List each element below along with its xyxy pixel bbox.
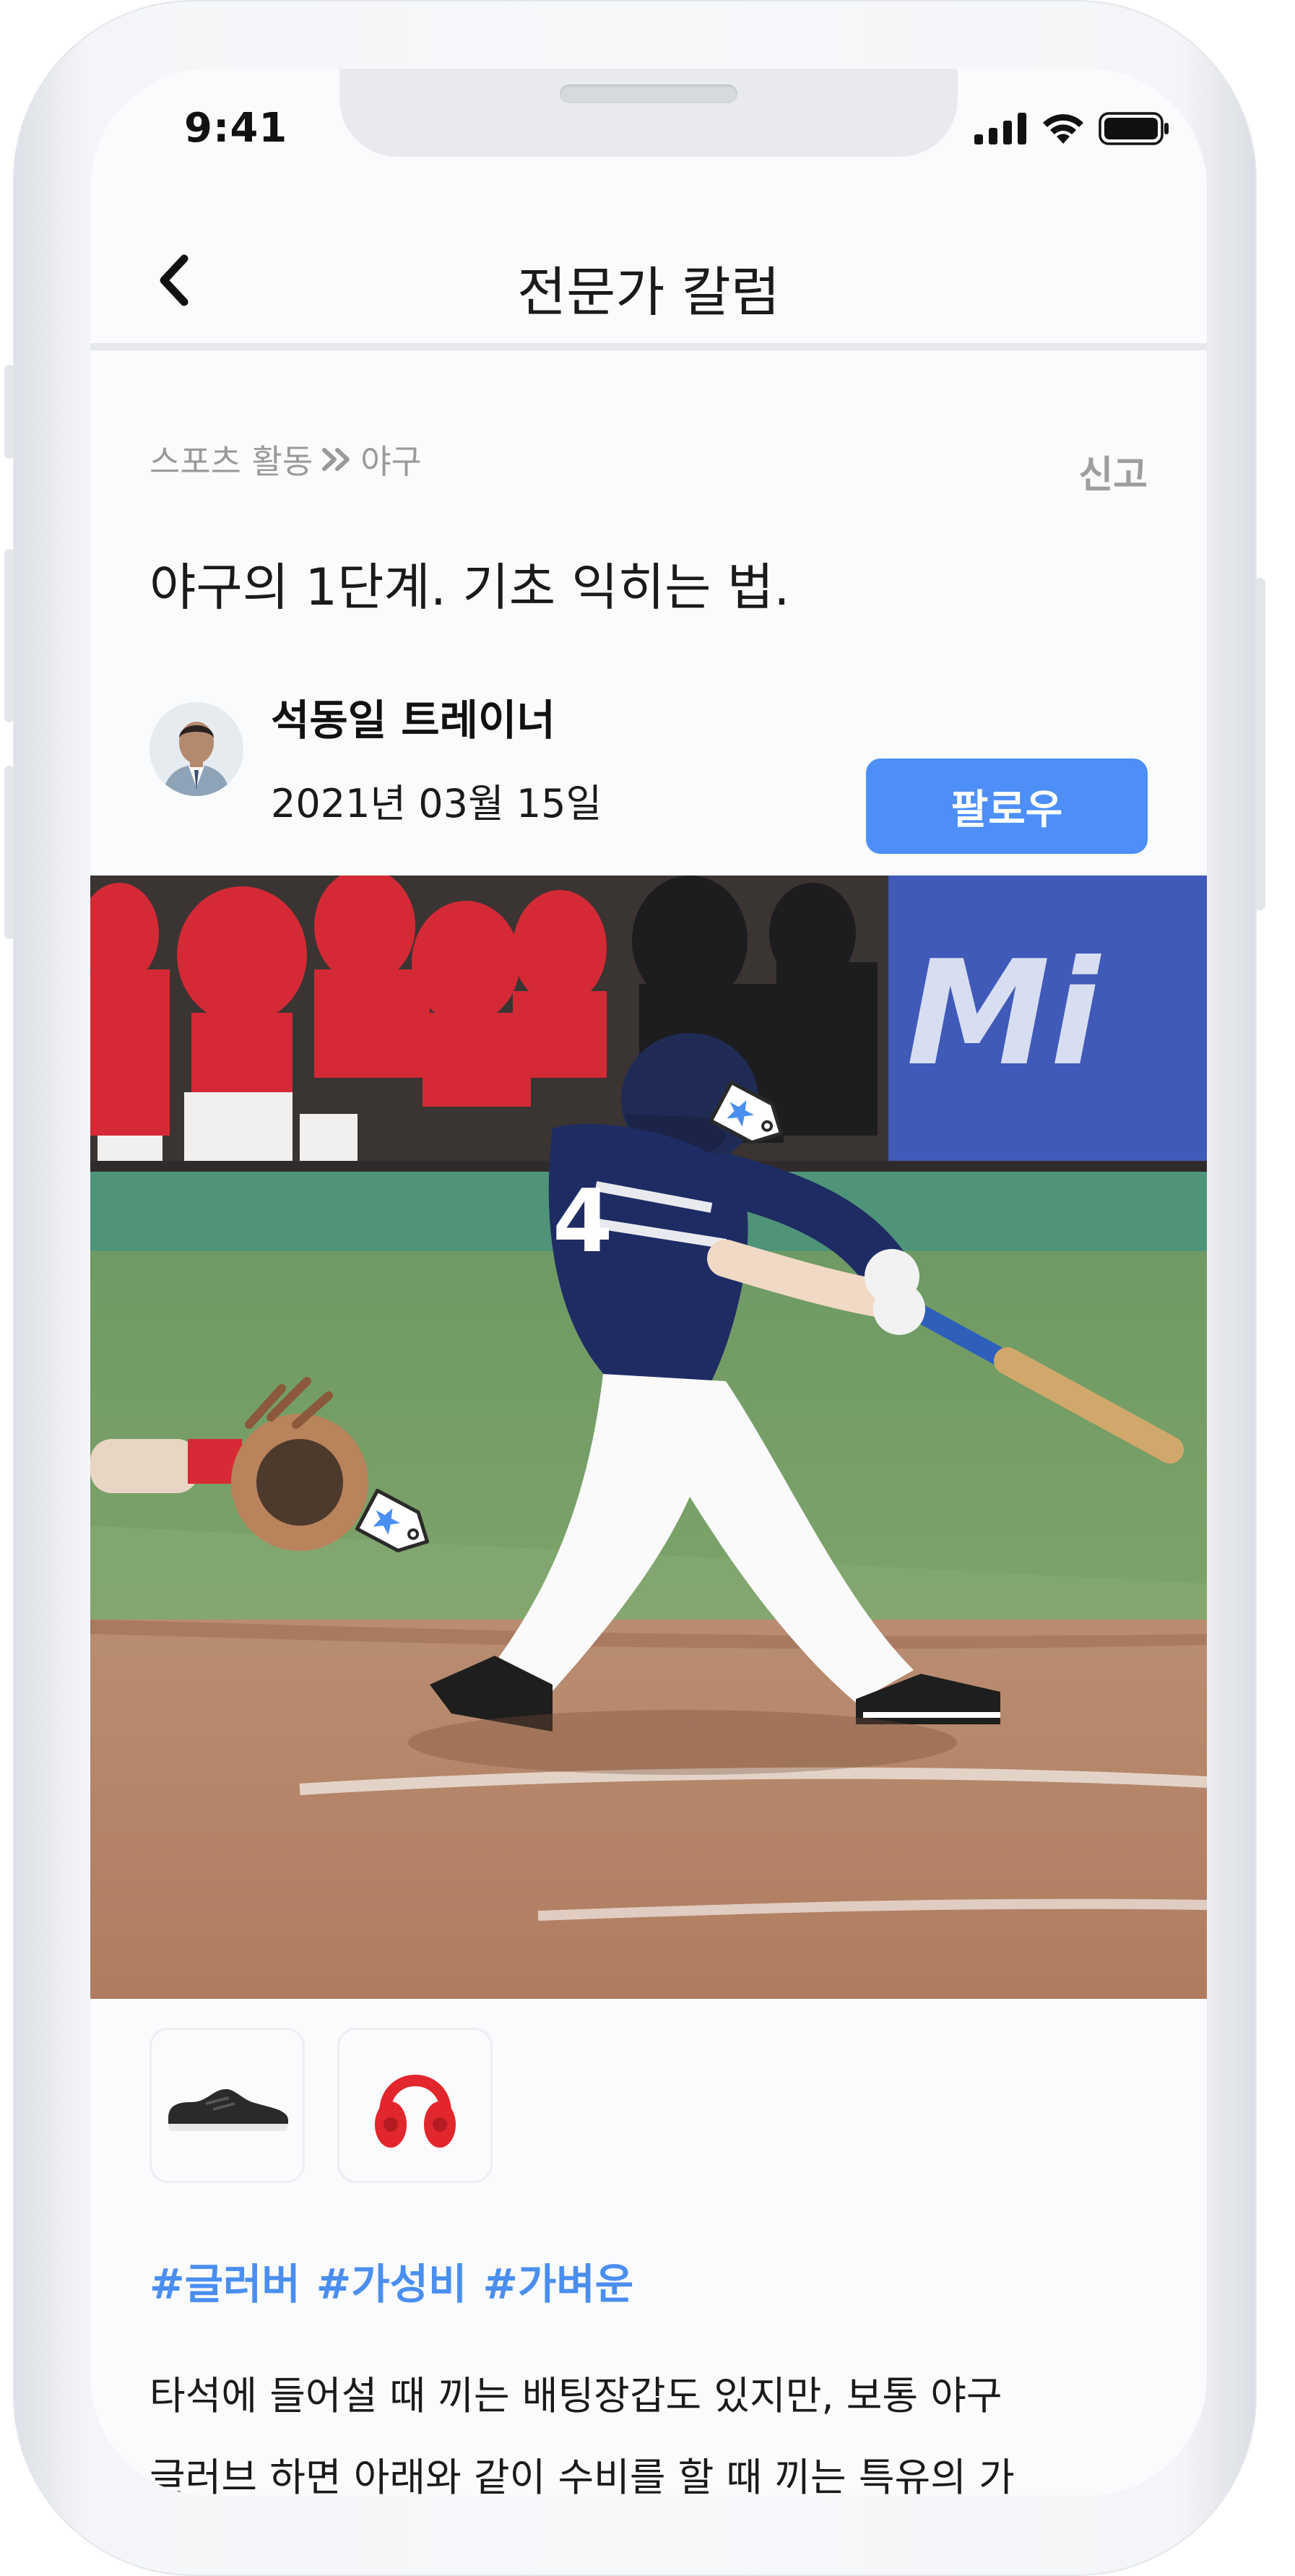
battery-icon — [1099, 112, 1169, 145]
avatar-image — [150, 702, 243, 796]
page-title: 전문가 칼럼 — [517, 262, 780, 324]
product-thumb-headphones[interactable] — [337, 2028, 493, 2183]
article-title: 야구의 1단계. 기초 익히는 법. — [150, 558, 790, 617]
body-line: 글러브 하면 아래와 같이 수비를 할 때 끼는 특유의 가 — [150, 2455, 1015, 2496]
body-line: 타석에 들어설 때 끼는 배팅장갑도 있지만, 보통 야구 — [150, 2373, 1002, 2419]
status-icons — [974, 112, 1169, 145]
phone-screen: 9:41 전문가 칼럼 스포츠 활동 야구 신고 야구의 1단계. 기초 익히는… — [90, 69, 1207, 2496]
article-body: 타석에 들어설 때 끼는 배팅장갑도 있지만, 보통 야구 글러브 하면 아래와… — [150, 2355, 1153, 2496]
headphones-icon — [374, 2074, 456, 2148]
hashtag[interactable]: #가벼운 — [482, 2250, 633, 2311]
post-date: 2021년 03월 15일 — [271, 781, 602, 826]
avatar[interactable] — [150, 702, 243, 796]
signal-icon — [974, 113, 1026, 144]
product-thumb-sneaker[interactable] — [150, 2028, 305, 2183]
breadcrumb-parent[interactable]: 스포츠 활동 — [150, 436, 313, 483]
breadcrumb: 스포츠 활동 야구 — [150, 436, 422, 483]
star-tag-icon[interactable] — [350, 1482, 444, 1569]
hashtag-list: #글러버 #가성비 #가벼운 — [150, 2250, 633, 2311]
article-photo: Mi 4 — [90, 876, 1207, 1999]
baseball-photo: Mi 4 — [90, 876, 1207, 1999]
sneaker-icon — [168, 2088, 288, 2131]
svg-text:4: 4 — [553, 1172, 613, 1272]
hashtag[interactable]: #가성비 — [316, 2250, 467, 2311]
side-button-power — [1255, 578, 1265, 910]
hashtag[interactable]: #글러버 — [150, 2250, 300, 2311]
status-time: 9:41 — [184, 105, 288, 152]
side-button-volume-down — [4, 766, 14, 939]
notch — [339, 69, 958, 157]
speaker-grille — [560, 85, 737, 103]
side-button-mute — [4, 365, 14, 459]
author-name[interactable]: 석동일 트레이너 — [271, 686, 555, 747]
report-button[interactable]: 신고 — [1078, 444, 1148, 498]
star-tag-icon[interactable] — [704, 1074, 798, 1161]
wifi-icon — [1043, 114, 1083, 144]
svg-text:Mi: Mi — [906, 930, 1101, 1098]
breadcrumb-current[interactable]: 야구 — [360, 436, 422, 483]
double-chevron-right-icon — [322, 448, 350, 471]
follow-button[interactable]: 팔로우 — [866, 758, 1148, 854]
app-header: 전문가 칼럼 — [90, 213, 1207, 350]
product-thumbnails — [150, 2028, 493, 2183]
author-row: 석동일 트레이너 2021년 03월 15일 팔로우 — [150, 686, 1148, 854]
side-button-volume-up — [4, 549, 14, 722]
